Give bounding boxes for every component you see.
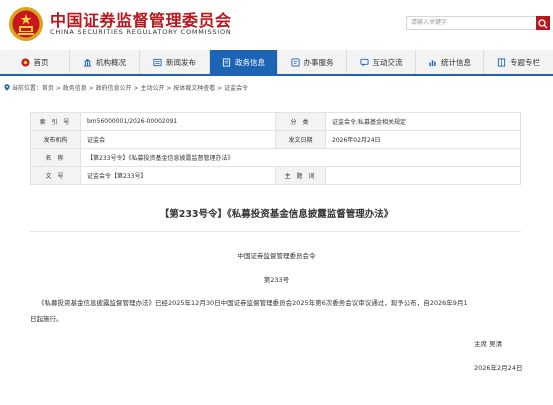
national-emblem-icon: [9, 7, 43, 41]
docno-value: 证监会令【第233号】: [80, 166, 276, 185]
issuer-label: 发布机构: [30, 130, 81, 149]
body-paragraph: 《私募投资基金信息披露监督管理办法》已经2025年12月30日中国证券监督管理委…: [38, 299, 468, 307]
name-label: 名 称: [30, 148, 81, 167]
nav-item-special[interactable]: 专题专栏: [484, 50, 553, 74]
nav-label: 机构概况: [96, 57, 126, 67]
nav-label: 政务信息: [235, 57, 265, 67]
signature: 主席 吴清: [474, 340, 503, 348]
order-number: 第233号: [263, 276, 290, 284]
search-button[interactable]: [536, 16, 550, 30]
search-input[interactable]: 请输入关键字: [406, 16, 536, 30]
nav-item-services[interactable]: 办事服务: [278, 50, 347, 74]
subject-value: [325, 166, 521, 185]
column-icon: [497, 57, 506, 67]
building-icon: [83, 58, 92, 67]
nav-item-statistics[interactable]: 统计信息: [416, 50, 484, 74]
issuer-line: 中国证券监督管理委员会令: [237, 252, 316, 260]
main-nav: 首页 机构概况 新闻发布 政务信息 办事服务 互动交流 统计信息 专题专栏: [0, 50, 553, 76]
document-meta-table: 索 引 号 bm56000001/2026-00002091 分 类 证监会令;…: [30, 112, 521, 185]
nav-label: 专题专栏: [510, 57, 540, 67]
service-icon: [290, 57, 300, 67]
nav-label: 统计信息: [441, 57, 471, 67]
category-value: 证监会令;私募基金相关规定: [325, 112, 521, 131]
location-pin-icon: [4, 84, 10, 91]
subject-label: 主 题 词: [275, 166, 326, 185]
stats-icon: [429, 59, 436, 66]
sign-date: 2026年2月24日: [474, 364, 523, 372]
nav-item-interaction[interactable]: 互动交流: [347, 50, 416, 74]
table-row: 文 号 证监会令【第233号】 主 题 词: [30, 166, 521, 185]
index-value: bm56000001/2026-00002091: [80, 112, 276, 131]
news-icon: [153, 58, 162, 66]
date-value: 2026年02月24日: [325, 130, 521, 149]
site-header: 中国证券监督管理委员会 CHINA SECURITIES REGULATORY …: [0, 0, 553, 50]
table-row: 索 引 号 bm56000001/2026-00002091 分 类 证监会令;…: [30, 112, 521, 131]
body-paragraph-continued: 日起施行。: [30, 315, 63, 323]
chat-icon: [359, 58, 369, 67]
info-icon: [222, 57, 231, 67]
org-name-english: CHINA SECURITIES REGULATORY COMMISSION: [50, 28, 232, 36]
divider: [30, 231, 521, 232]
nav-label: 首页: [33, 57, 49, 67]
nav-label: 新闻发布: [166, 57, 196, 67]
issuer-value: 证监会: [80, 130, 276, 149]
search-icon: [538, 19, 548, 29]
document-title: 【第233号令】《私募投资基金信息披露监督管理办法》: [159, 209, 394, 220]
nav-label: 办事服务: [303, 57, 334, 67]
date-label: 发文日期: [275, 130, 326, 149]
nav-item-news[interactable]: 新闻发布: [140, 50, 210, 74]
home-icon: [20, 57, 30, 67]
category-label: 分 类: [275, 112, 326, 131]
index-label: 索 引 号: [30, 112, 81, 131]
nav-label: 互动交流: [372, 57, 403, 67]
docno-label: 文 号: [30, 166, 81, 185]
table-row: 发布机构 证监会 发文日期 2026年02月24日: [30, 130, 521, 149]
nav-item-gov-info[interactable]: 政务信息: [210, 50, 278, 74]
table-row: 名 称 【第233号令】《私募投资基金信息披露监督管理办法》: [30, 148, 521, 167]
breadcrumb-text[interactable]: 当前位置：首页 > 政务信息 > 政府信息公开 > 主动公开 > 按体裁文种查看…: [12, 85, 248, 92]
breadcrumb: 当前位置：首页 > 政务信息 > 政府信息公开 > 主动公开 > 按体裁文种查看…: [4, 83, 248, 92]
nav-item-about[interactable]: 机构概况: [70, 50, 140, 74]
name-value: 【第233号令】《私募投资基金信息披露监督管理办法》: [80, 148, 521, 167]
nav-item-home[interactable]: 首页: [0, 50, 70, 74]
